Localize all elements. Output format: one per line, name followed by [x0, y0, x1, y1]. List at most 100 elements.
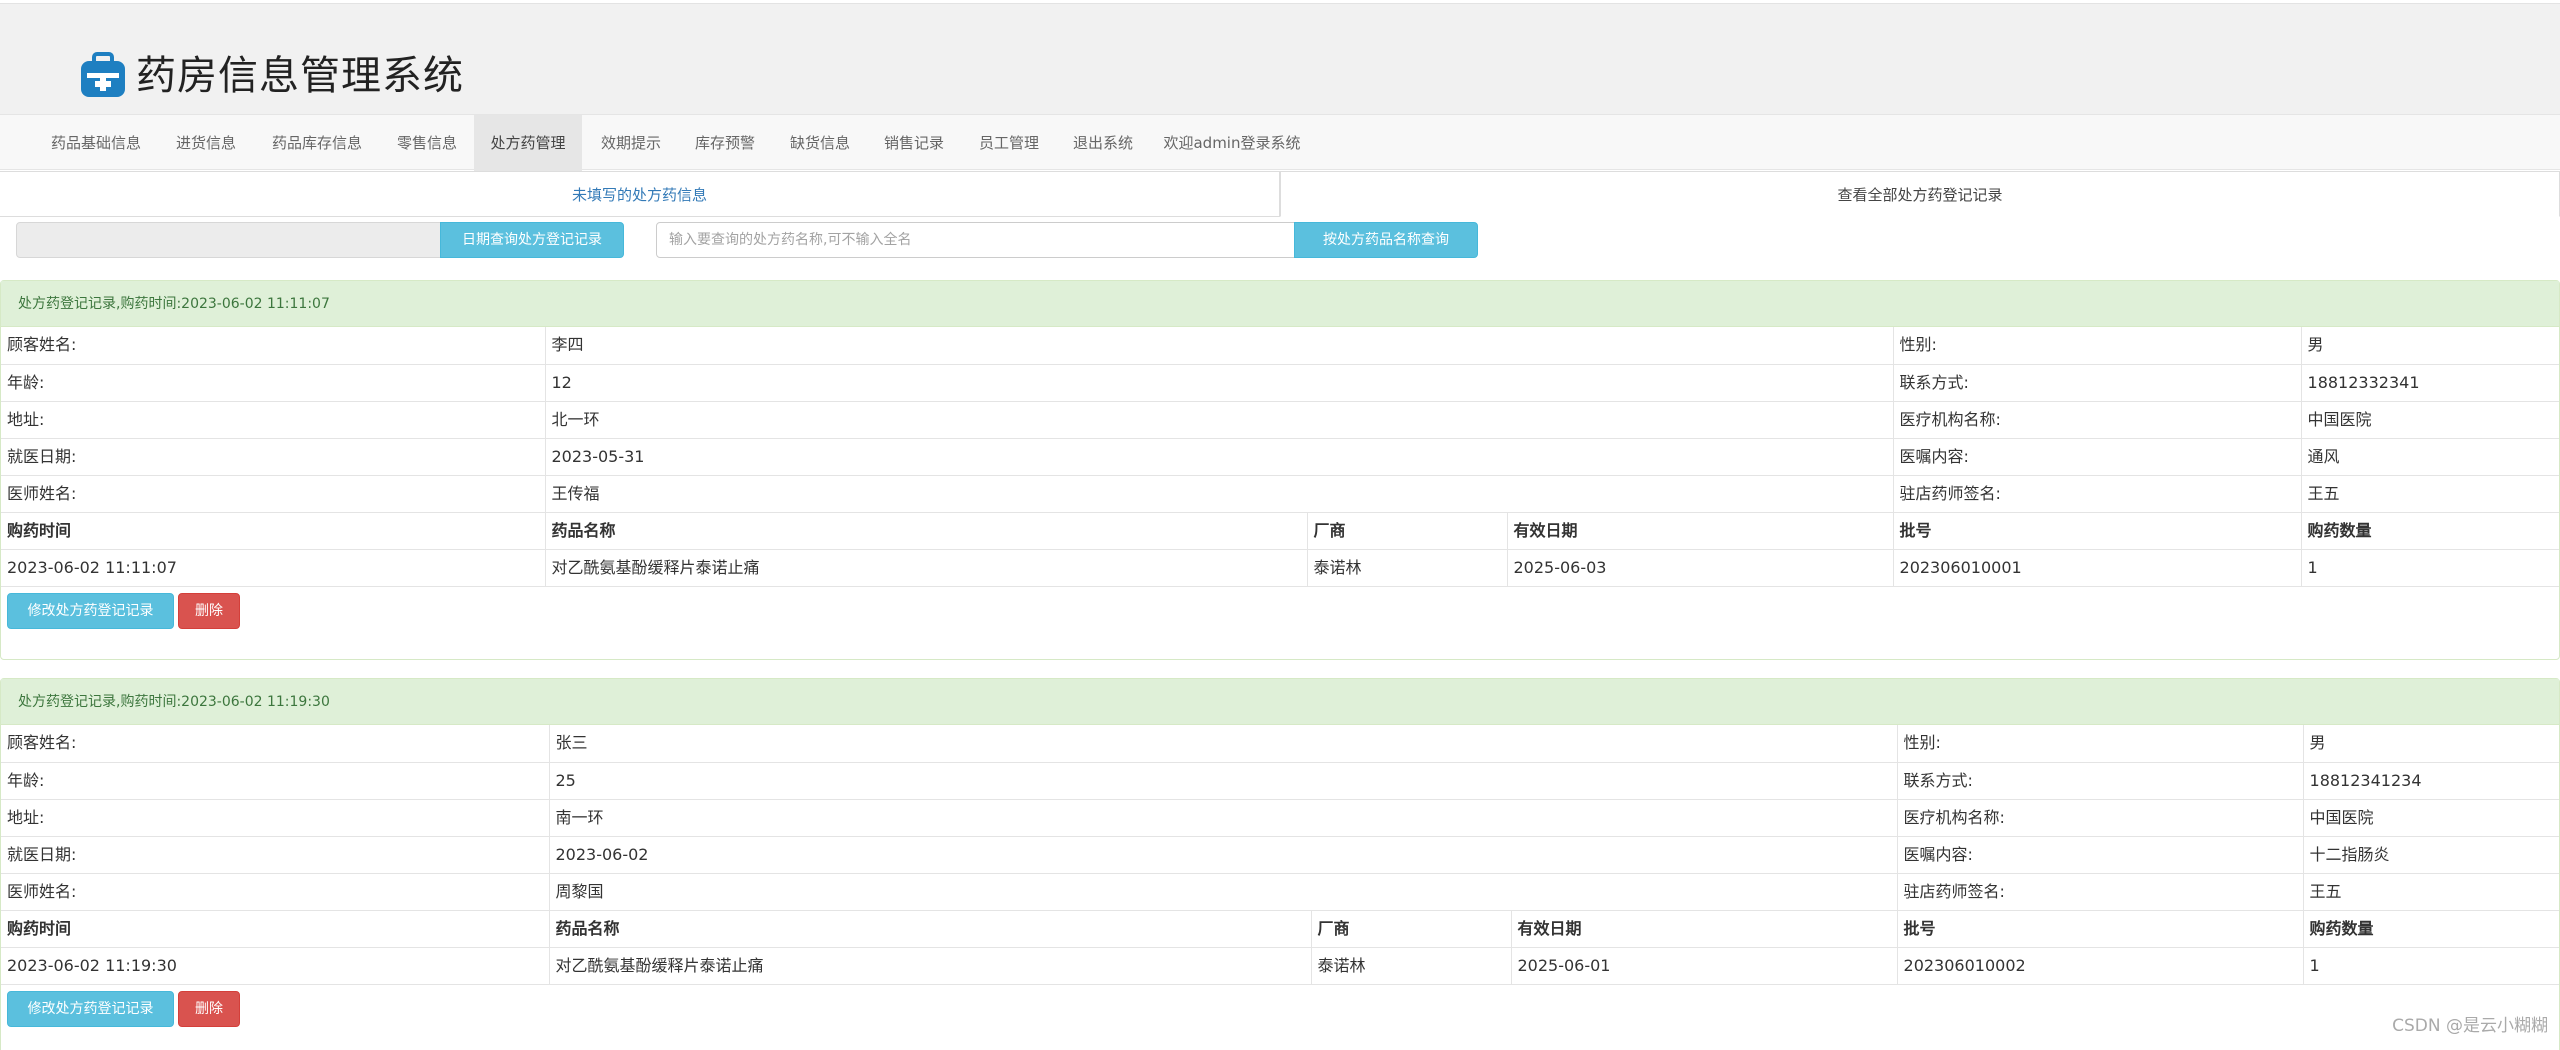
contact-value: 18812341234: [2302, 762, 2560, 800]
delete-record-button[interactable]: 删除: [178, 592, 240, 629]
col-batch: 批号: [1892, 512, 2302, 550]
institution-label: 医疗机构名称:: [1892, 401, 2302, 439]
nav-item-purchase-info[interactable]: 进货信息: [161, 115, 251, 171]
date-query-input[interactable]: [16, 222, 442, 258]
visit-date-label: 就医日期:: [1, 438, 545, 476]
customer-name-label: 顾客姓名:: [1, 725, 549, 763]
nav-item-expiry-alert[interactable]: 效期提示: [586, 115, 676, 171]
watermark: CSDN @是云小糊糊: [2392, 1016, 2548, 1036]
visit-date-value: 2023-06-02: [548, 836, 1898, 874]
prescription-record-panel: 处方药登记记录,购药时间:2023-06-02 11:19:30 顾客姓名: 张…: [0, 678, 2560, 1050]
col-purchase-time: 购药时间: [1, 512, 545, 550]
nav-item-staff[interactable]: 员工管理: [964, 115, 1054, 171]
col-purchase-time: 购药时间: [1, 910, 549, 948]
nav-item-stock-info[interactable]: 药品库存信息: [256, 115, 378, 171]
institution-value: 中国医院: [2300, 401, 2560, 439]
col-quantity: 购药数量: [2300, 512, 2560, 550]
doctor-label: 医师姓名:: [1, 873, 549, 911]
col-quantity: 购药数量: [2302, 910, 2560, 948]
drug-name: 对乙酰氨基酚缓释片泰诺止痛: [544, 549, 1307, 587]
drug-name-query-button[interactable]: 按处方药品名称查询: [1294, 222, 1478, 258]
table-row: 医师姓名: 周黎国 驻店药师签名: 王五: [1, 873, 2560, 911]
pharmacist-value: 王五: [2302, 873, 2560, 911]
table-row: 顾客姓名: 李四 性别: 男: [1, 327, 2560, 365]
address-value: 南一环: [548, 799, 1898, 837]
medical-kit-icon: [78, 51, 128, 101]
customer-name-value: 李四: [544, 327, 1894, 365]
page: 药房信息管理系统 药品基础信息 进货信息 药品库存信息 零售信息 处方药管理 效…: [0, 0, 2560, 1050]
nav-item-welcome[interactable]: 欢迎admin登录系统: [1156, 115, 1308, 171]
prescription-record-panel: 处方药登记记录,购药时间:2023-06-02 11:11:07 顾客姓名: 李…: [0, 280, 2560, 660]
nav-item-shortage[interactable]: 缺货信息: [775, 115, 865, 171]
batch-number: 202306010001: [1892, 549, 2302, 587]
address-value: 北一环: [544, 401, 1894, 439]
nav-item-stock-warning[interactable]: 库存预警: [680, 115, 770, 171]
institution-value: 中国医院: [2302, 799, 2560, 837]
table-row: 就医日期: 2023-06-02 医嘱内容: 十二指肠炎: [1, 836, 2560, 874]
advice-label: 医嘱内容:: [1896, 836, 2304, 874]
age-label: 年龄:: [1, 364, 545, 402]
advice-value: 十二指肠炎: [2302, 836, 2560, 874]
contact-value: 18812332341: [2300, 364, 2560, 402]
record-table: 顾客姓名: 李四 性别: 男 年龄: 12 联系方式: 18812332341 …: [1, 327, 2560, 587]
contact-label: 联系方式:: [1892, 364, 2302, 402]
gender-label: 性别:: [1892, 327, 2302, 365]
drug-name-search-input[interactable]: [656, 222, 1296, 258]
nav-item-sales-records[interactable]: 销售记录: [869, 115, 959, 171]
gender-label: 性别:: [1896, 725, 2304, 763]
record-heading: 处方药登记记录,购药时间:2023-06-02 11:11:07: [1, 281, 2559, 327]
doctor-label: 医师姓名:: [1, 475, 545, 513]
customer-name-value: 张三: [548, 725, 1898, 763]
edit-record-button[interactable]: 修改处方药登记记录: [7, 592, 174, 629]
table-row: 地址: 南一环 医疗机构名称: 中国医院: [1, 799, 2560, 837]
col-drug-name: 药品名称: [548, 910, 1311, 948]
address-label: 地址:: [1, 401, 545, 439]
nav-item-prescription[interactable]: 处方药管理: [474, 115, 582, 171]
pharmacist-value: 王五: [2300, 475, 2560, 513]
tab-all-prescription-records[interactable]: 查看全部处方药登记记录: [1280, 171, 2560, 217]
institution-label: 医疗机构名称:: [1896, 799, 2304, 837]
table-row: 年龄: 25 联系方式: 18812341234: [1, 762, 2560, 800]
pharmacist-label: 驻店药师签名:: [1896, 873, 2304, 911]
customer-name-label: 顾客姓名:: [1, 327, 545, 365]
table-row: 顾客姓名: 张三 性别: 男: [1, 725, 2560, 763]
contact-label: 联系方式:: [1896, 762, 2304, 800]
doctor-value: 王传福: [544, 475, 1894, 513]
maker: 泰诺林: [1306, 549, 1507, 587]
age-label: 年龄:: [1, 762, 549, 800]
nav-item-retail-info[interactable]: 零售信息: [382, 115, 472, 171]
main-nav: 药品基础信息 进货信息 药品库存信息 零售信息 处方药管理 效期提示 库存预警 …: [0, 114, 2560, 171]
purchase-time: 2023-06-02 11:19:30: [1, 947, 549, 985]
gender-value: 男: [2300, 327, 2560, 365]
nav-item-logout[interactable]: 退出系统: [1058, 115, 1148, 171]
purchase-header-row: 购药时间 药品名称 厂商 有效日期 批号 购药数量: [1, 910, 2560, 948]
edit-record-button[interactable]: 修改处方药登记记录: [7, 990, 174, 1027]
visit-date-label: 就医日期:: [1, 836, 549, 874]
app-title: 药房信息管理系统: [136, 53, 464, 99]
col-batch: 批号: [1896, 910, 2304, 948]
tab-unfilled-prescriptions[interactable]: 未填写的处方药信息: [0, 171, 1280, 217]
date-query-button[interactable]: 日期查询处方登记记录: [440, 222, 624, 258]
doctor-value: 周黎国: [548, 873, 1898, 911]
record-table: 顾客姓名: 张三 性别: 男 年龄: 25 联系方式: 18812341234 …: [1, 725, 2560, 985]
table-row: 年龄: 12 联系方式: 18812332341: [1, 364, 2560, 402]
gender-value: 男: [2302, 725, 2560, 763]
address-label: 地址:: [1, 799, 549, 837]
delete-record-button[interactable]: 删除: [178, 990, 240, 1027]
quantity: 1: [2300, 549, 2560, 587]
advice-label: 医嘱内容:: [1892, 438, 2302, 476]
table-row: 医师姓名: 王传福 驻店药师签名: 王五: [1, 475, 2560, 513]
maker: 泰诺林: [1310, 947, 1511, 985]
nav-item-drug-info[interactable]: 药品基础信息: [35, 115, 157, 171]
batch-number: 202306010002: [1896, 947, 2304, 985]
purchase-header-row: 购药时间 药品名称 厂商 有效日期 批号 购药数量: [1, 512, 2560, 550]
col-expiry: 有效日期: [1506, 512, 1894, 550]
col-expiry: 有效日期: [1510, 910, 1898, 948]
purchase-time: 2023-06-02 11:11:07: [1, 549, 545, 587]
app-header: 药房信息管理系统: [0, 3, 2560, 115]
quantity: 1: [2302, 947, 2560, 985]
record-actions: 修改处方药登记记录 删除: [1, 587, 2559, 659]
col-maker: 厂商: [1310, 910, 1511, 948]
age-value: 12: [544, 364, 1894, 402]
advice-value: 通风: [2300, 438, 2560, 476]
